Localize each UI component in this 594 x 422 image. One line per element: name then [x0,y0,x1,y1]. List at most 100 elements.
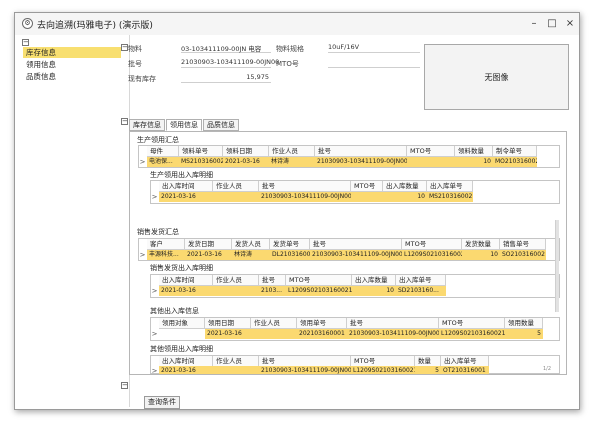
table-cell[interactable]: 2021-03-16 [159,366,213,374]
collapse-icon[interactable]: − [121,118,128,125]
column-header[interactable]: 批号 [259,181,351,192]
table-cell[interactable] [351,192,383,202]
table-cell[interactable]: OT210316001 [441,366,489,374]
table-cell[interactable]: 10 [383,192,427,202]
table-cell[interactable] [213,192,259,202]
table-cell[interactable]: 2021-03-16 [205,329,251,339]
table-cell[interactable]: 丰源科技... [147,250,185,260]
table-cell[interactable] [213,286,259,296]
column-header[interactable]: MTO号 [286,275,352,286]
column-header[interactable]: 领用日期 [205,318,251,329]
column-header[interactable]: 作业人员 [269,146,315,157]
column-header[interactable]: 作业人员 [213,181,259,192]
table-cell[interactable]: MS210316002 [179,157,223,167]
title-bar: ⚙ 去向追溯(玛雅电子) (演示版) – □ × [15,13,579,35]
column-header[interactable]: 领用数量 [505,318,543,329]
mto-label: MTO号 [276,60,299,68]
batch-label: 批号 [128,60,142,68]
column-header[interactable]: 客户 [147,239,185,250]
table-cell[interactable]: 10 [455,157,493,167]
table-cell[interactable]: SO210316002 [500,250,546,260]
table-cell[interactable]: L1209S02103160021 [402,250,462,260]
column-header[interactable]: 发货人员 [232,239,270,250]
column-header[interactable]: 发货单号 [270,239,310,250]
column-header[interactable]: 领料数量 [455,146,493,157]
column-header[interactable]: 发货数量 [462,239,500,250]
table-cell[interactable]: MO210316002 [493,157,537,167]
table-cell[interactable]: 2103... [259,286,286,296]
table-cell[interactable]: 电池保... [147,157,179,167]
table-cell[interactable] [213,366,259,374]
tab-usage-info[interactable]: 领用信息 [166,119,202,131]
column-header[interactable]: 批号 [310,239,402,250]
stock-label: 现有库存 [128,75,156,83]
column-header[interactable]: 出入库数量 [352,275,396,286]
minimize-button[interactable]: – [527,17,541,30]
table-cell[interactable] [407,157,455,167]
column-header[interactable]: MTO号 [407,146,455,157]
table-cell[interactable] [159,329,205,339]
table-cell[interactable]: L1209S02103160021 [286,286,352,296]
row-indicator-icon: > [139,158,146,166]
column-header[interactable]: 销售单号 [500,239,546,250]
section-title: 生产领用汇总 [137,136,179,144]
tab-stock-info[interactable]: 库存信息 [129,119,165,131]
column-header[interactable]: 母件 [147,146,179,157]
table-cell[interactable]: 21030903-103411109-00JN001 [315,157,407,167]
column-header[interactable]: 出入库时间 [159,275,213,286]
collapse-icon[interactable]: − [22,39,29,46]
tab-quality-info[interactable]: 品质信息 [203,119,239,131]
column-header[interactable]: 批号 [259,275,286,286]
table-cell[interactable]: 5 [415,366,441,374]
table-cell[interactable]: 5 [505,329,543,339]
collapse-icon[interactable]: − [121,44,128,51]
table-cell[interactable]: 21030903-103411109-00JN001 [347,329,439,339]
column-header[interactable]: 批号 [347,318,439,329]
table-cell[interactable]: 2021-03-16 [223,157,269,167]
table-cell[interactable]: DL210316001 [270,250,310,260]
nav-item-stock-info[interactable]: 库存信息 [23,47,121,58]
column-header[interactable]: MTO号 [351,181,383,192]
table-cell[interactable]: 21030903-103411109-00JN001 [259,192,351,202]
column-header[interactable]: 发货日期 [185,239,232,250]
table-cell[interactable]: 2021-03-16 [185,250,232,260]
nav-item-quality-info[interactable]: 品质信息 [23,71,121,82]
column-header[interactable]: 制令单号 [493,146,537,157]
column-header[interactable]: 领用单号 [297,318,347,329]
table-cell[interactable]: 2021-03-16 [159,286,213,296]
material-label: 物料 [128,45,142,53]
table-cell[interactable]: SD2103160... [396,286,446,296]
query-conditions-button[interactable]: 查询条件 [144,396,180,409]
table-cell[interactable]: 21030903-103411109-00JN001 [259,366,351,374]
column-header[interactable]: 出入库单号 [427,181,473,192]
table-cell[interactable] [251,329,297,339]
table-cell[interactable]: 10 [352,286,396,296]
column-header[interactable]: 领料单号 [179,146,223,157]
table-cell[interactable]: 林诗涛 [232,250,270,260]
close-button[interactable]: × [563,17,577,30]
column-header[interactable]: 批号 [315,146,407,157]
table-cell[interactable]: 林诗涛 [269,157,315,167]
column-header[interactable]: MTO号 [439,318,505,329]
column-header[interactable]: 出入库时间 [159,181,213,192]
table-cell[interactable]: 2021-03-16 [159,192,213,202]
maximize-button[interactable]: □ [545,17,559,30]
column-header[interactable]: MTO号 [402,239,462,250]
table-cell[interactable]: L1209S02103160021 [351,366,415,374]
column-header[interactable]: 领料日期 [223,146,269,157]
nav-item-usage-info[interactable]: 领用信息 [23,59,121,70]
column-header[interactable]: 作业人员 [213,275,259,286]
table-cell[interactable]: L1209S02103160021 [439,329,505,339]
image-placeholder: 无图像 [424,44,569,110]
table-cell[interactable]: 21030903-103411109-00JN001 [310,250,402,260]
column-header[interactable]: 出入库单号 [396,275,446,286]
section-title: 其他领用出入库明细 [150,345,213,353]
table-cell[interactable]: 10 [462,250,500,260]
collapse-icon[interactable]: − [121,382,128,389]
vertical-scrollbar[interactable] [555,220,559,312]
table-cell[interactable]: 202103160001 [297,329,347,339]
column-header[interactable]: 领用对象 [159,318,205,329]
column-header[interactable]: 作业人员 [251,318,297,329]
column-header[interactable]: 出入库数量 [383,181,427,192]
table-cell[interactable]: MS210316002 [427,192,473,202]
